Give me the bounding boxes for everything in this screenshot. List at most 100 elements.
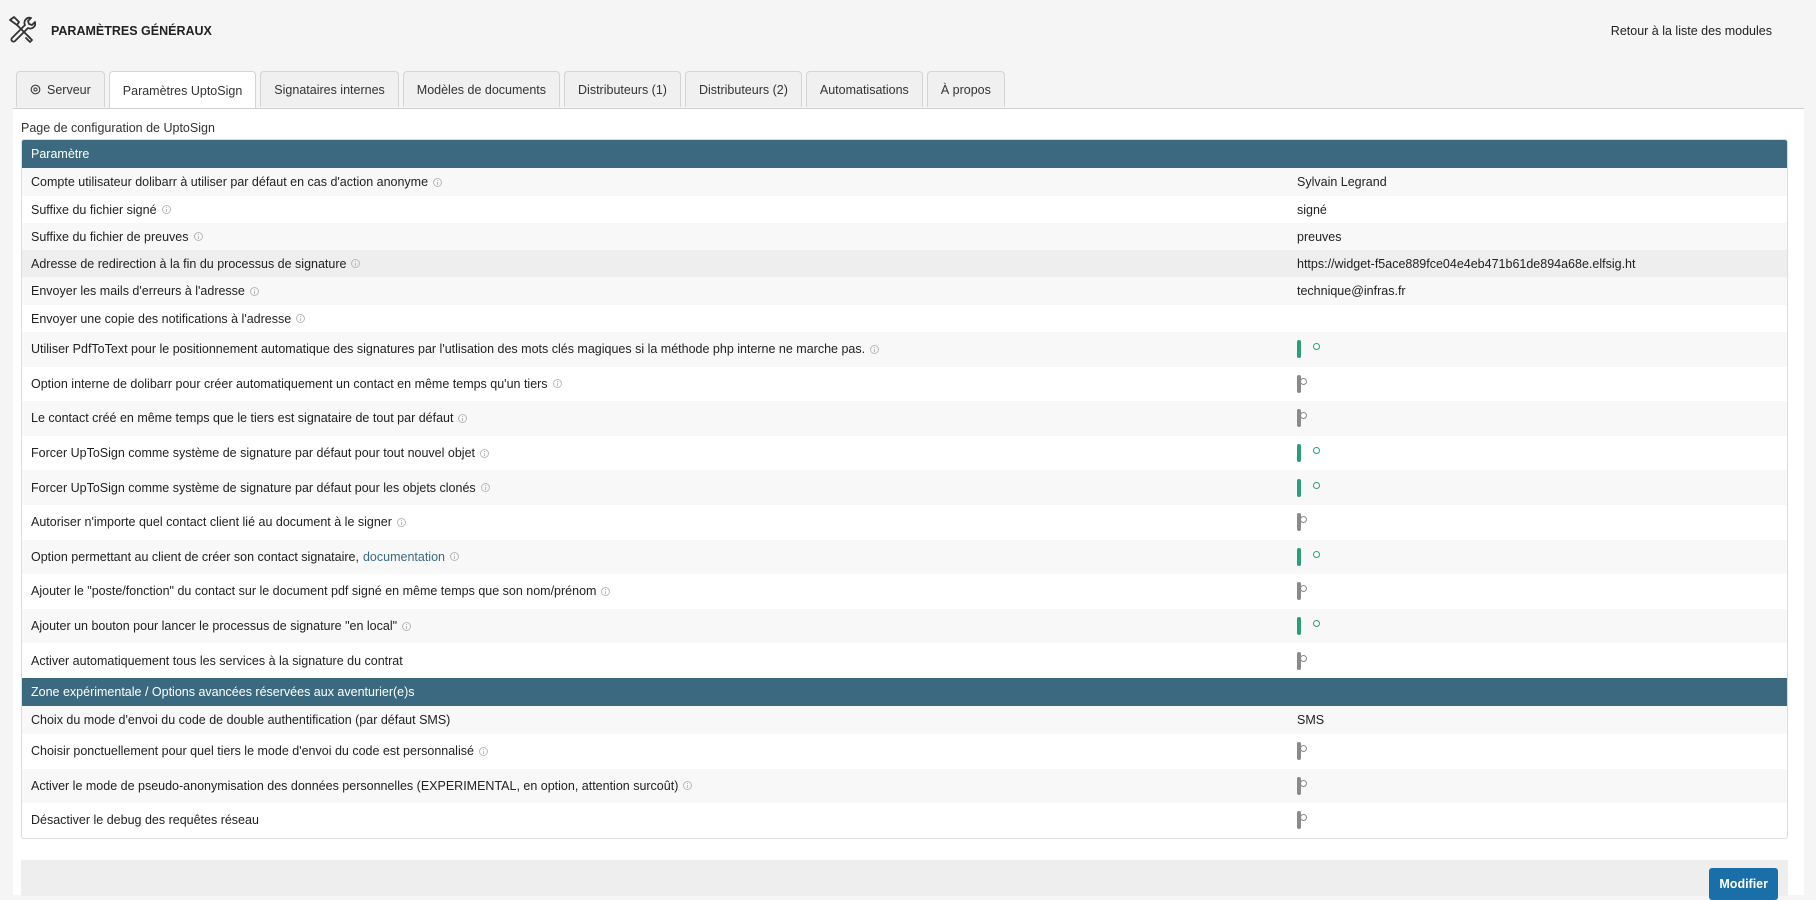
setting-label: Option permettant au client de créer son… xyxy=(31,550,459,564)
tab-label: Automatisations xyxy=(819,82,909,97)
toggle-wrapper xyxy=(1297,513,1307,532)
tab-automatisations[interactable]: Automatisations xyxy=(805,71,923,107)
setting-label-text: Forcer UpToSign comme système de signatu… xyxy=(31,446,475,461)
info-icon[interactable] xyxy=(478,746,488,756)
setting-value[interactable]: Sylvain Legrand xyxy=(1297,175,1387,189)
setting-row: Envoyer une copie des notifications à l'… xyxy=(22,305,1787,332)
setting-label: Choisir ponctuellement pour quel tiers l… xyxy=(31,744,488,758)
tab-modeles-documents[interactable]: Modèles de documents xyxy=(402,71,561,107)
info-icon[interactable] xyxy=(249,286,259,296)
setting-value[interactable]: preuves xyxy=(1297,230,1341,244)
back-to-modules-link[interactable]: Retour à la liste des modules xyxy=(1611,24,1772,38)
section-body: Compte utilisateur dolibarr à utiliser p… xyxy=(22,168,1787,678)
setting-label: Activer le mode de pseudo-anonymisation … xyxy=(31,778,693,793)
toggle-off-icon[interactable] xyxy=(1297,651,1307,670)
setting-value[interactable]: https://widget-f5ace889fce04e4eb471b61de… xyxy=(1297,257,1635,271)
setting-label: Activer automatiquement tous les service… xyxy=(31,654,403,668)
toggle-wrapper xyxy=(1297,478,1320,497)
setting-row: Adresse de redirection à la fin du proce… xyxy=(22,250,1787,277)
info-icon[interactable] xyxy=(433,177,443,187)
setting-label: Suffixe du fichier signé xyxy=(31,203,171,217)
setting-label: Utiliser PdfToText pour le positionnemen… xyxy=(31,342,880,356)
toggle-wrapper xyxy=(1297,547,1320,566)
toggle-knob xyxy=(1300,745,1307,753)
setting-label-text: Choix du mode d'envoi du code de double … xyxy=(31,712,451,727)
setting-value[interactable]: technique@infras.fr xyxy=(1297,284,1406,298)
setting-value[interactable]: SMS xyxy=(1297,713,1324,727)
tab-label: À propos xyxy=(940,82,991,97)
info-icon[interactable] xyxy=(552,379,562,389)
toggle-row: Option permettant au client de créer son… xyxy=(22,539,1787,575)
toggle-on-icon[interactable] xyxy=(1297,444,1320,463)
toggle-off-icon[interactable] xyxy=(1297,776,1307,795)
info-icon[interactable] xyxy=(458,413,468,423)
info-icon[interactable] xyxy=(396,517,406,527)
info-icon[interactable] xyxy=(296,314,306,323)
setting-label-text: Activer automatiquement tous les service… xyxy=(31,653,403,668)
setting-label-text: Option interne de dolibarr pour créer au… xyxy=(31,376,548,391)
toggle-on-icon[interactable] xyxy=(1297,340,1320,359)
toggle-on-icon[interactable] xyxy=(1297,547,1320,566)
toggle-off-icon[interactable] xyxy=(1297,409,1307,428)
tab-distributeurs-2[interactable]: Distributeurs (2) xyxy=(684,71,802,107)
toggle-wrapper xyxy=(1297,444,1320,463)
toggle-row: Le contact créé en même temps que le tie… xyxy=(22,401,1787,436)
toggle-knob xyxy=(1313,620,1320,628)
toggle-off-icon[interactable] xyxy=(1297,513,1307,532)
info-icon[interactable] xyxy=(351,259,361,268)
toggle-knob xyxy=(1313,447,1320,455)
info-icon[interactable] xyxy=(601,586,611,596)
toggle-row: Option interne de dolibarr pour créer au… xyxy=(22,367,1787,402)
tools-icon xyxy=(9,16,36,43)
toggle-row: Autoriser n'importe quel contact client … xyxy=(22,505,1787,540)
setting-label-text: Ajouter le "poste/fonction" du contact s… xyxy=(31,584,597,599)
toggle-on-icon[interactable] xyxy=(1297,478,1320,497)
documentation-link[interactable]: documentation xyxy=(363,550,445,564)
toggle-off-icon[interactable] xyxy=(1297,811,1307,830)
info-icon[interactable] xyxy=(449,552,459,562)
toggle-off-icon[interactable] xyxy=(1297,742,1307,761)
toggle-wrapper xyxy=(1297,582,1307,601)
setting-label-text: Suffixe du fichier signé xyxy=(31,202,157,217)
setting-value[interactable]: signé xyxy=(1297,203,1327,217)
toggle-knob xyxy=(1313,550,1320,558)
section-header-parametre: Paramètre xyxy=(22,140,1787,168)
tab-a-propos[interactable]: À propos xyxy=(926,71,1005,107)
tab-distributeurs-1[interactable]: Distributeurs (1) xyxy=(564,71,681,107)
setting-label: Ajouter le "poste/fonction" du contact s… xyxy=(31,584,611,599)
setting-row: Suffixe du fichier de preuves preuves xyxy=(22,223,1787,250)
tab-label: Distributeurs (2) xyxy=(698,82,788,97)
toggle-off-icon[interactable] xyxy=(1297,374,1307,393)
setting-label: Suffixe du fichier de preuves xyxy=(31,230,203,244)
tab-signataires-internes[interactable]: Signataires internes xyxy=(260,71,399,107)
tab-parametres-uptosign[interactable]: Paramètres UptoSign xyxy=(108,71,257,109)
toggle-wrapper xyxy=(1297,340,1320,359)
info-icon[interactable] xyxy=(402,621,412,631)
page-header: PARAMÈTRES GÉNÉRAUX Retour à la liste de… xyxy=(0,0,1816,62)
toggle-row: Forcer UpToSign comme système de signatu… xyxy=(22,470,1787,505)
toggle-knob xyxy=(1300,654,1307,662)
setting-label: Forcer UpToSign comme système de signatu… xyxy=(31,481,490,495)
toggle-on-icon[interactable] xyxy=(1297,617,1320,636)
info-icon[interactable] xyxy=(870,344,880,354)
info-icon[interactable] xyxy=(480,483,490,493)
toggle-knob xyxy=(1300,585,1307,593)
setting-label: Adresse de redirection à la fin du proce… xyxy=(31,257,361,271)
save-button[interactable]: Modifier xyxy=(1709,868,1778,900)
setting-row: Compte utilisateur dolibarr à utiliser p… xyxy=(22,168,1787,196)
setting-label-text: Activer le mode de pseudo-anonymisation … xyxy=(31,778,679,793)
toggle-row: Activer automatiquement tous les service… xyxy=(22,643,1787,678)
toggle-off-icon[interactable] xyxy=(1297,582,1307,601)
setting-label-text: Envoyer une copie des notifications à l'… xyxy=(31,311,292,326)
toggle-row: Utiliser PdfToText pour le positionnemen… xyxy=(22,332,1787,367)
setting-label: Forcer UpToSign comme système de signatu… xyxy=(31,446,489,460)
tab-serveur[interactable]: Serveur xyxy=(16,71,105,107)
info-icon[interactable] xyxy=(193,232,203,241)
info-icon[interactable] xyxy=(683,781,693,791)
info-icon[interactable] xyxy=(480,448,489,458)
toggle-row: Activer le mode de pseudo-anonymisation … xyxy=(22,768,1787,804)
server-icon xyxy=(30,84,41,95)
settings-panel: Page de configuration de UptoSign Paramè… xyxy=(13,108,1804,900)
setting-label: Option interne de dolibarr pour créer au… xyxy=(31,377,562,391)
info-icon[interactable] xyxy=(161,205,171,214)
